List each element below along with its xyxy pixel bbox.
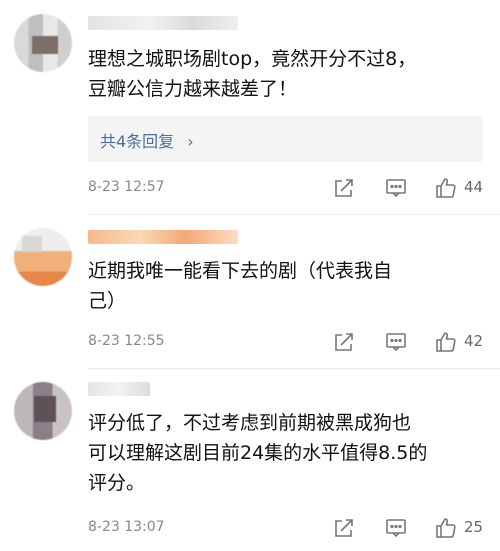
comment-text-line: 豆瓣公信力越来越差了！ bbox=[88, 78, 298, 100]
comment-icon[interactable] bbox=[384, 330, 408, 354]
username-blurred[interactable] bbox=[88, 382, 150, 396]
divider bbox=[88, 368, 500, 369]
like-count: 44 bbox=[464, 178, 484, 196]
share-icon[interactable] bbox=[332, 330, 356, 354]
view-replies-link[interactable]: 共4条回复 › bbox=[100, 128, 194, 152]
comment-meta: 8-23 12:57 44 bbox=[88, 176, 488, 200]
timestamp: 8-23 12:55 bbox=[88, 333, 165, 349]
divider bbox=[88, 214, 500, 215]
comment-icon[interactable] bbox=[384, 176, 408, 200]
timestamp: 8-23 12:57 bbox=[88, 179, 165, 195]
comment-text-line: 可以理解这剧目前24集的水平值得8.5的 bbox=[88, 442, 428, 464]
chevron-right-icon: › bbox=[187, 132, 194, 151]
comment-text: 理想之城职场剧top，竟然开分不过8， 豆瓣公信力越来越差了！ bbox=[88, 44, 483, 104]
reply-count-label: 共4条回复 bbox=[100, 132, 175, 151]
comment-icon[interactable] bbox=[384, 516, 408, 540]
share-icon[interactable] bbox=[332, 516, 356, 540]
avatar[interactable] bbox=[14, 382, 72, 440]
comment-text-line: 理想之城职场剧top，竟然开分不过8， bbox=[88, 48, 417, 70]
comment-text-line: 评分低了，不过考虑到前期被黑成狗也 bbox=[88, 412, 412, 434]
comment-text-line: 近期我唯一能看下去的剧（代表我自 bbox=[88, 260, 393, 282]
like-count: 42 bbox=[464, 332, 484, 350]
comment-text-line: 评分。 bbox=[88, 472, 146, 494]
comment-text: 近期我唯一能看下去的剧（代表我自 己） bbox=[88, 256, 483, 316]
username-blurred[interactable] bbox=[88, 230, 238, 244]
like-count: 25 bbox=[464, 518, 484, 536]
thumbs-up-icon[interactable] bbox=[434, 516, 458, 540]
thumbs-up-icon[interactable] bbox=[434, 330, 458, 354]
thumbs-up-icon[interactable] bbox=[434, 176, 458, 200]
avatar[interactable] bbox=[14, 228, 72, 286]
share-icon[interactable] bbox=[332, 176, 356, 200]
username-blurred[interactable] bbox=[88, 16, 238, 30]
reply-thread-box[interactable]: 共4条回复 › bbox=[88, 116, 483, 162]
comment-text-line: 己） bbox=[88, 290, 127, 312]
avatar[interactable] bbox=[14, 14, 72, 72]
timestamp: 8-23 13:07 bbox=[88, 519, 165, 535]
comment-meta: 8-23 13:07 25 bbox=[88, 516, 488, 540]
comment-meta: 8-23 12:55 42 bbox=[88, 330, 488, 354]
comment-text: 评分低了，不过考虑到前期被黑成狗也 可以理解这剧目前24集的水平值得8.5的 评… bbox=[88, 408, 483, 498]
